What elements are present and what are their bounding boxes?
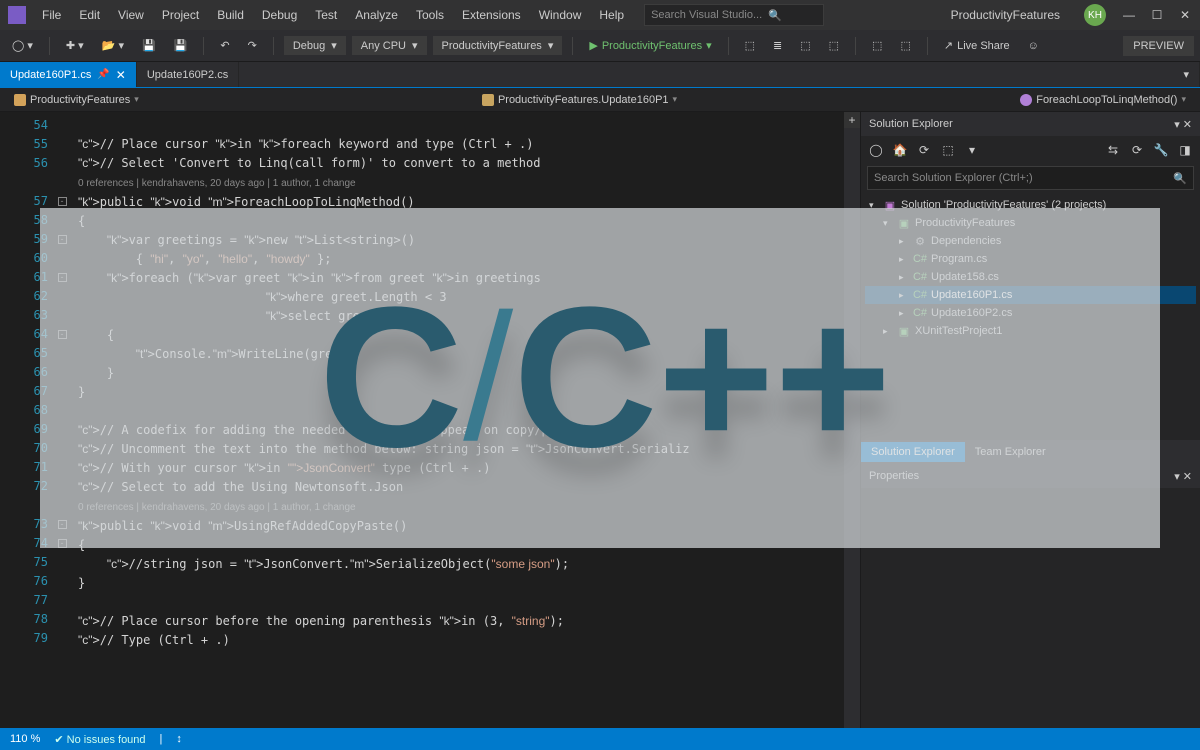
csharp-project-icon <box>14 94 26 106</box>
properties-icon[interactable]: 🔧 <box>1152 141 1170 159</box>
outline-margin <box>0 112 14 728</box>
refresh-icon[interactable]: ⟳ <box>1128 141 1146 159</box>
menu-test[interactable]: Test <box>307 4 345 26</box>
platform-combo[interactable]: Any CPU▾ <box>352 36 427 55</box>
overlay-graphic: C/C++ <box>40 208 1160 548</box>
tab-label: Update160P1.cs <box>10 69 91 81</box>
class-icon <box>482 94 494 106</box>
breadcrumb-class[interactable]: ProductivityFeatures.Update160P1▾ <box>476 92 683 108</box>
chevron-down-icon: ▾ <box>673 94 678 105</box>
back-icon[interactable]: ◯ <box>867 141 885 159</box>
preview-badge: PREVIEW <box>1123 36 1194 56</box>
menu-debug[interactable]: Debug <box>254 4 305 26</box>
chevron-down-icon: ▾ <box>331 39 337 52</box>
panel-options-icon[interactable]: ▾ ✕ <box>1174 470 1192 483</box>
chevron-down-icon: ▾ <box>412 39 418 52</box>
tab-update160p1[interactable]: Update160P1.cs 📌 ✕ <box>0 62 137 87</box>
menu-project[interactable]: Project <box>154 4 207 26</box>
status-divider: | <box>160 733 163 745</box>
vs-logo-icon <box>8 6 26 24</box>
title-bar: File Edit View Project Build Debug Test … <box>0 0 1200 30</box>
start-debug-button[interactable]: ▶ ProductivityFeatures ▾ <box>583 37 717 54</box>
chevron-down-icon: ▾ <box>1181 94 1186 105</box>
close-icon[interactable]: ✕ <box>116 68 126 82</box>
toolbar-icon[interactable]: ⬚ <box>866 37 888 54</box>
startup-project-combo[interactable]: ProductivityFeatures▾ <box>433 36 563 55</box>
method-icon <box>1020 94 1032 106</box>
home-icon[interactable]: 🏠 <box>891 141 909 159</box>
search-placeholder-text: Search Solution Explorer (Ctrl+;) <box>874 172 1033 184</box>
live-share-button[interactable]: ↗ Live Share <box>938 37 1016 54</box>
status-bar: 110 % ✔ No issues found | ↕ <box>0 728 1200 750</box>
menu-window[interactable]: Window <box>531 4 590 26</box>
maximize-button[interactable]: ☐ <box>1150 8 1164 22</box>
error-status[interactable]: ✔ No issues found <box>54 733 145 746</box>
zoom-level[interactable]: 110 % <box>10 733 40 745</box>
menu-view[interactable]: View <box>110 4 152 26</box>
menu-tools[interactable]: Tools <box>408 4 452 26</box>
undo-button[interactable]: ↶ <box>214 37 235 54</box>
status-icon[interactable]: ↕ <box>176 733 182 745</box>
search-text: Search Visual Studio... <box>651 9 762 21</box>
split-button[interactable]: + <box>844 112 860 128</box>
back-button[interactable]: ◯ ▾ <box>6 37 39 54</box>
solution-explorer-header: Solution Explorer ▾ ✕ <box>861 112 1200 136</box>
preview-icon[interactable]: ◨ <box>1176 141 1194 159</box>
new-project-button[interactable]: ✚ ▾ <box>60 37 90 54</box>
menu-build[interactable]: Build <box>209 4 252 26</box>
menu-help[interactable]: Help <box>591 4 632 26</box>
toolbar-icon[interactable]: ⬚ <box>794 37 816 54</box>
tab-update160p2[interactable]: Update160P2.cs <box>137 62 239 87</box>
search-icon: 🔍 <box>1173 172 1187 185</box>
panel-options-icon[interactable]: ▾ ✕ <box>1174 118 1192 131</box>
save-all-button[interactable]: 💾 <box>168 37 194 54</box>
pin-icon[interactable]: 📌 <box>97 69 109 80</box>
solution-search-input[interactable]: Search Solution Explorer (Ctrl+;) 🔍 <box>867 166 1194 190</box>
tab-label: Update160P2.cs <box>147 69 228 81</box>
menu-file[interactable]: File <box>34 4 69 26</box>
toolbar-icon[interactable]: ⬚ <box>739 37 761 54</box>
solution-explorer-toolbar: ◯ 🏠 ⟳ ⬚ ▾ ⇆ ⟳ 🔧 ◨ <box>861 136 1200 164</box>
solution-name-label: ProductivityFeatures <box>951 8 1060 22</box>
menu-analyze[interactable]: Analyze <box>347 4 406 26</box>
collapse-icon[interactable]: ⇆ <box>1104 141 1122 159</box>
window-controls: — ☐ ✕ <box>1122 8 1192 22</box>
sync-icon[interactable]: ⟳ <box>915 141 933 159</box>
menu-extensions[interactable]: Extensions <box>454 4 529 26</box>
minimize-button[interactable]: — <box>1122 8 1136 22</box>
search-icon: 🔍 <box>768 9 782 22</box>
feedback-button[interactable]: ☺ <box>1022 38 1045 54</box>
navigation-bar: ProductivityFeatures▾ ProductivityFeatur… <box>0 88 1200 112</box>
breadcrumb-method[interactable]: ForeachLoopToLinqMethod()▾ <box>1014 92 1192 108</box>
menu-edit[interactable]: Edit <box>71 4 108 26</box>
user-avatar[interactable]: KH <box>1084 4 1106 26</box>
breadcrumb-project[interactable]: ProductivityFeatures▾ <box>8 92 145 108</box>
save-button[interactable]: 💾 <box>136 37 162 54</box>
main-menu: File Edit View Project Build Debug Test … <box>34 4 632 26</box>
close-button[interactable]: ✕ <box>1178 8 1192 22</box>
redo-button[interactable]: ↷ <box>242 37 263 54</box>
toolbar-icon[interactable]: ⬚ <box>823 37 845 54</box>
toolbar-icon[interactable]: ≣ <box>767 37 788 54</box>
standard-toolbar: ◯ ▾ ✚ ▾ 📂 ▾ 💾 💾 ↶ ↷ Debug▾ Any CPU▾ Prod… <box>0 30 1200 62</box>
show-all-icon[interactable]: ⬚ <box>939 141 957 159</box>
quick-launch-search[interactable]: Search Visual Studio... 🔍 <box>644 4 824 26</box>
configuration-combo[interactable]: Debug▾ <box>284 36 346 55</box>
document-tabs: Update160P1.cs 📌 ✕ Update160P2.cs ▾ <box>0 62 1200 88</box>
panel-title: Solution Explorer <box>869 118 953 130</box>
tab-overflow-button[interactable]: ▾ <box>1173 62 1200 87</box>
open-button[interactable]: 📂 ▾ <box>96 37 130 54</box>
toolbar-icon[interactable]: ⬚ <box>894 37 916 54</box>
c-cpp-logo: C/C++ <box>319 278 881 478</box>
chevron-down-icon[interactable]: ▾ <box>963 141 981 159</box>
chevron-down-icon: ▾ <box>548 39 554 52</box>
chevron-down-icon: ▾ <box>134 94 139 105</box>
